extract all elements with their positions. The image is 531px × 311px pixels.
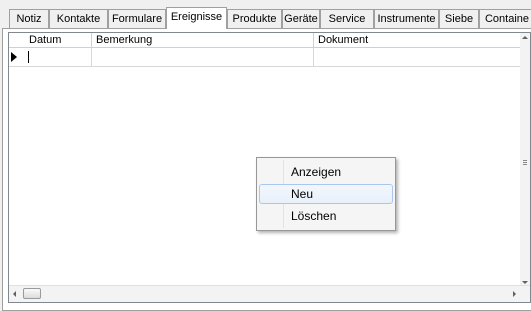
tab-formulare[interactable]: Formulare — [108, 9, 166, 28]
tab-instrumente[interactable]: Instrumente — [374, 9, 439, 28]
cell-bemerkung[interactable] — [92, 48, 314, 66]
tab-strip: Notiz Kontakte Formulare Ereignisse Prod… — [0, 0, 531, 30]
scroll-grip-icon — [523, 160, 527, 166]
menu-item-loeschen[interactable]: Löschen — [259, 206, 393, 226]
menu-item-neu[interactable]: Neu — [259, 184, 393, 204]
tab-kontakte[interactable]: Kontakte — [49, 9, 108, 28]
row-header-corner — [9, 33, 25, 47]
cell-dokument[interactable] — [314, 48, 522, 66]
cell-datum[interactable] — [25, 48, 92, 66]
column-header-datum[interactable]: Datum — [25, 33, 92, 47]
table-row[interactable] — [9, 48, 530, 67]
tab-container[interactable]: Containe — [479, 9, 531, 28]
current-row-arrow-icon — [11, 52, 17, 62]
tab-notiz[interactable]: Notiz — [9, 9, 49, 28]
grid-header: Datum Bemerkung Dokument — [9, 33, 530, 48]
tab-geraete[interactable]: Geräte — [282, 9, 320, 28]
vertical-scrollbar[interactable] — [520, 33, 530, 287]
chevron-right-icon[interactable] — [513, 291, 516, 297]
horizontal-scroll-thumb[interactable] — [23, 288, 41, 299]
tab-service[interactable]: Service — [320, 9, 374, 28]
column-header-dokument[interactable]: Dokument — [314, 33, 522, 47]
tab-siebe[interactable]: Siebe — [439, 9, 479, 28]
horizontal-scrollbar[interactable] — [9, 285, 530, 302]
tab-produkte[interactable]: Produkte — [227, 9, 282, 28]
tab-ereignisse[interactable]: Ereignisse — [166, 7, 227, 29]
chevron-down-icon[interactable] — [522, 281, 528, 284]
menu-item-anzeigen[interactable]: Anzeigen — [259, 162, 393, 182]
chevron-left-icon[interactable] — [13, 291, 16, 297]
column-header-bemerkung[interactable]: Bemerkung — [92, 33, 314, 47]
context-menu: Anzeigen Neu Löschen — [256, 157, 396, 231]
chevron-up-icon[interactable] — [522, 36, 528, 39]
